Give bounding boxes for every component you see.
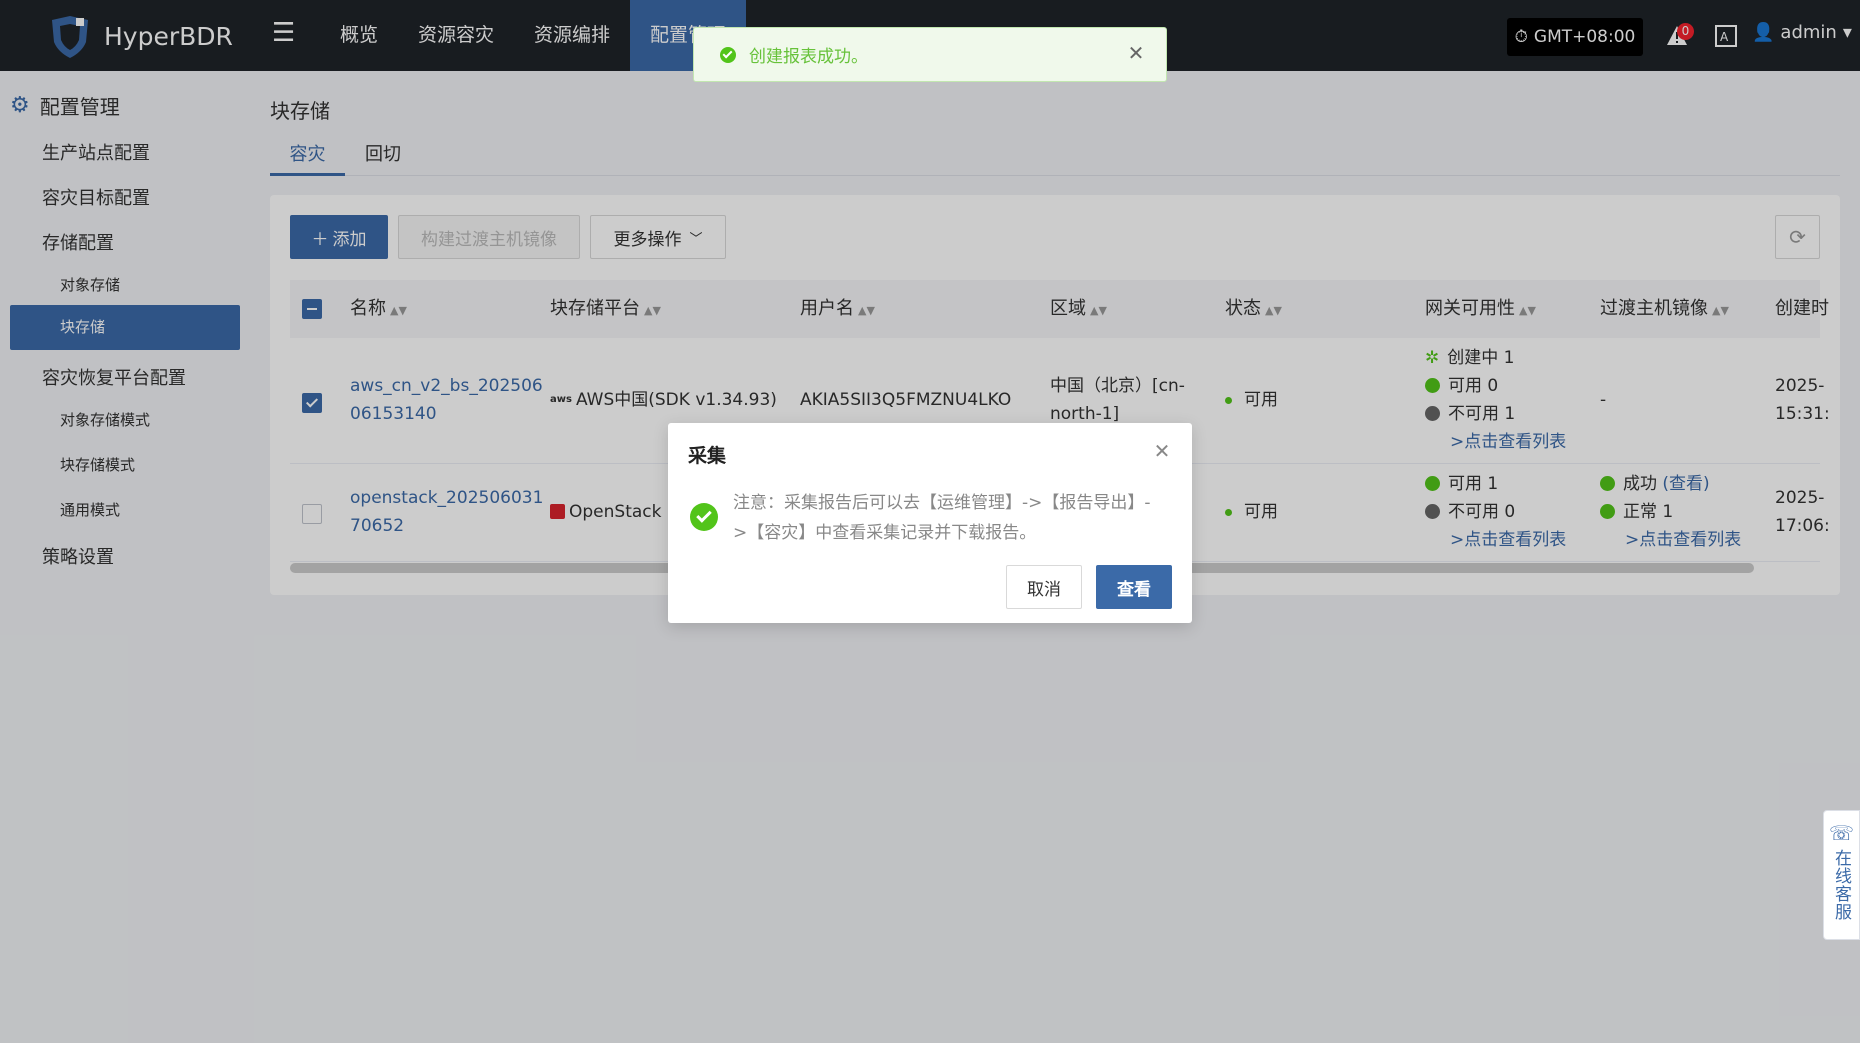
dialog-title: 采集 xyxy=(688,445,727,467)
close-icon[interactable]: ✕ xyxy=(1152,441,1172,461)
view-button[interactable]: 查看 xyxy=(1096,565,1172,609)
toast-message: 创建报表成功。 xyxy=(749,47,868,67)
success-toast: 创建报表成功。 ✕ xyxy=(693,27,1167,82)
support-label: 在线客服 xyxy=(1831,849,1851,921)
dialog-message: 注意：采集报告后可以去【运维管理】->【报告导出】->【容灾】中查看采集记录并下… xyxy=(733,493,1151,543)
check-circle-icon xyxy=(720,47,736,63)
headset-icon: ☏ xyxy=(1828,821,1854,845)
close-icon[interactable]: ✕ xyxy=(1126,43,1146,63)
cancel-button[interactable]: 取消 xyxy=(1006,565,1082,609)
collect-dialog: 采集 ✕ 注意：采集报告后可以去【运维管理】->【报告导出】->【容灾】中查看采… xyxy=(668,423,1192,623)
success-icon xyxy=(690,503,718,531)
online-support-widget[interactable]: ☏ 在线客服 xyxy=(1823,810,1860,940)
